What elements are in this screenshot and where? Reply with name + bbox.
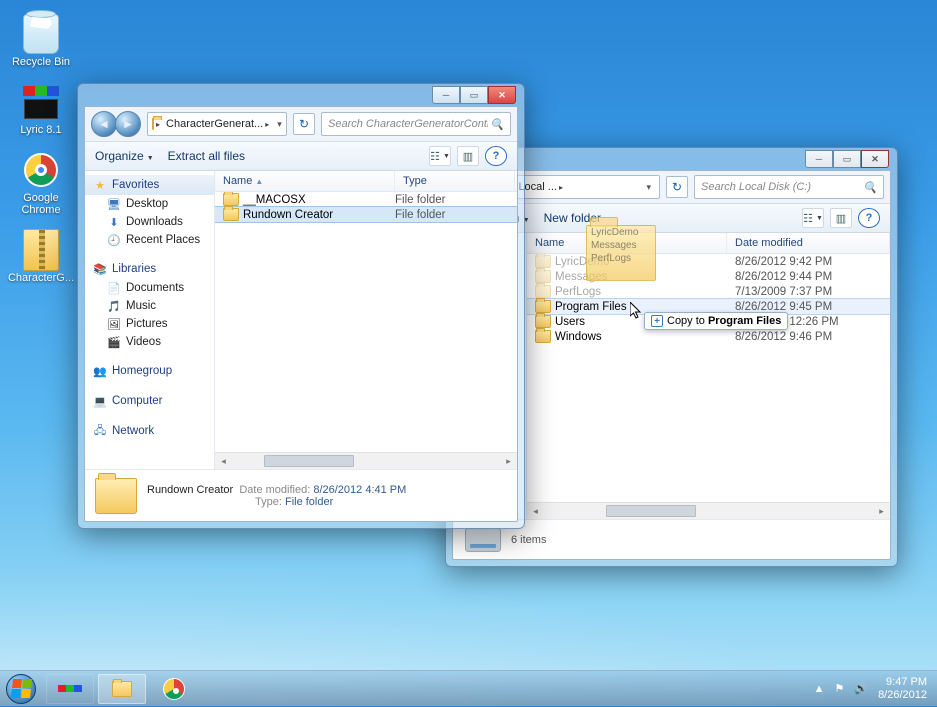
minimize-button[interactable]: ─ [432, 86, 460, 104]
desktop-icons: Recycle Bin Lyric 8.1 Google Chrome Char… [10, 12, 72, 284]
preview-pane-button[interactable]: ▥ [830, 208, 852, 228]
details-pane: Rundown Creator Date modified: 8/26/2012… [85, 469, 517, 521]
nav-pane[interactable]: ★Favorites 🖥Desktop ⬇Downloads 🕘Recent P… [85, 171, 215, 469]
refresh-icon[interactable]: ↻ [666, 176, 688, 198]
view-button[interactable]: ☷ [429, 146, 451, 166]
nav-music[interactable]: 🎵Music [85, 297, 214, 315]
nav-homegroup[interactable]: 👥Homegroup [85, 361, 214, 381]
address-bar[interactable]: ▸ CharacterGenerat...▸ ▾ [147, 112, 287, 136]
drag-target: Program Files [708, 315, 781, 327]
nav-favorites-header[interactable]: ★Favorites [85, 175, 214, 195]
explorer-window-archive[interactable]: ─ ▭ ✕ ◄ ► ▸ CharacterGenerat...▸ ▾ ↻ Sea… [77, 83, 525, 529]
nav-downloads[interactable]: ⬇Downloads [85, 213, 214, 231]
forward-button[interactable]: ► [115, 111, 141, 137]
list-item[interactable]: LyricDemo8/26/2012 9:42 PM [527, 254, 890, 269]
tray-action-center-icon[interactable]: ⚑ [834, 682, 844, 695]
close-button[interactable]: ✕ [861, 150, 889, 168]
column-type[interactable]: Type [395, 171, 515, 191]
file-list[interactable]: LyricDemo8/26/2012 9:42 PMMessages8/26/2… [527, 254, 890, 502]
maximize-button[interactable]: ▭ [833, 150, 861, 168]
drag-ghost: LyricDemo Messages PerfLogs [586, 225, 656, 281]
preview-pane-button[interactable]: ▥ [457, 146, 479, 166]
chrome-label: Google Chrome [10, 192, 72, 216]
nav-buttons: ◄ ► [91, 111, 141, 137]
start-button[interactable] [0, 671, 42, 707]
column-name[interactable]: Name ▲ [215, 171, 395, 191]
plus-icon: + [651, 315, 663, 327]
folder-icon [95, 478, 137, 514]
view-button[interactable]: ☷ [802, 208, 824, 228]
search-input[interactable]: Search Local Disk (C:)🔍 [694, 175, 884, 199]
window1-controls: ─ ▭ ✕ [432, 86, 516, 104]
lyric-shortcut[interactable]: Lyric 8.1 [10, 80, 72, 136]
drag-tooltip: + Copy to Program Files [644, 312, 788, 330]
list-item[interactable]: PerfLogs7/13/2009 7:37 PM [527, 284, 890, 299]
list-item[interactable]: Windows8/26/2012 9:46 PM [527, 329, 890, 344]
system-tray[interactable]: ▲ ⚑ 🔊 9:47 PM 8/26/2012 [814, 676, 937, 702]
nav-documents[interactable]: 📄Documents [85, 279, 214, 297]
tray-time: 9:47 PM [878, 676, 927, 689]
minimize-button[interactable]: ─ [805, 150, 833, 168]
details-title: Rundown Creator [147, 484, 233, 496]
extract-all-button[interactable]: Extract all files [168, 149, 245, 163]
tray-date: 8/26/2012 [878, 689, 927, 702]
search-placeholder: Search CharacterGeneratorControllerR... [328, 118, 488, 130]
organize-button[interactable]: Organize [95, 149, 154, 163]
lyric-label: Lyric 8.1 [20, 124, 61, 136]
recycle-bin-icon[interactable]: Recycle Bin [10, 12, 72, 68]
chrome-shortcut[interactable]: Google Chrome [10, 148, 72, 216]
maximize-button[interactable]: ▭ [460, 86, 488, 104]
search-input[interactable]: Search CharacterGeneratorControllerR...🔍 [321, 112, 511, 136]
nav-desktop[interactable]: 🖥Desktop [85, 195, 214, 213]
tray-clock[interactable]: 9:47 PM 8/26/2012 [878, 676, 927, 702]
help-icon[interactable]: ? [485, 146, 507, 166]
list-item[interactable]: __MACOSXFile folder [215, 192, 517, 207]
window2-controls: ─ ▭ ✕ [805, 150, 889, 168]
taskbar[interactable]: ▲ ⚑ 🔊 9:47 PM 8/26/2012 [0, 670, 937, 706]
taskbar-lyric[interactable] [46, 674, 94, 704]
h-scrollbar[interactable]: ◂▸ [215, 452, 517, 469]
help-icon[interactable]: ? [858, 208, 880, 228]
drive-icon [465, 528, 501, 552]
close-button[interactable]: ✕ [488, 86, 516, 104]
nav-computer[interactable]: 💻Computer [85, 391, 214, 411]
list-item[interactable]: Messages8/26/2012 9:44 PM [527, 269, 890, 284]
list-item[interactable]: Rundown CreatorFile folder [215, 207, 517, 222]
column-date[interactable]: Date modified [727, 233, 890, 253]
back-button[interactable]: ◄ [91, 111, 117, 137]
file-list[interactable]: __MACOSXFile folderRundown CreatorFile f… [215, 192, 517, 452]
nav-network[interactable]: 🖧Network [85, 421, 214, 441]
taskbar-chrome[interactable] [150, 674, 198, 704]
tray-volume-icon[interactable]: 🔊 [854, 682, 868, 695]
nav-libraries-header[interactable]: 📚Libraries [85, 259, 214, 279]
charactergen-zip[interactable]: CharacterG... [10, 228, 72, 284]
nav-videos[interactable]: 🎬Videos [85, 333, 214, 351]
tray-flag-icon[interactable]: ▲ [814, 683, 825, 695]
taskbar-explorer[interactable] [98, 674, 146, 704]
nav-recent[interactable]: 🕘Recent Places [85, 231, 214, 249]
h-scrollbar[interactable]: ◂▸ [527, 502, 890, 519]
nav-pictures[interactable]: 🖼Pictures [85, 315, 214, 333]
details-modified: 8/26/2012 4:41 PM [313, 484, 406, 496]
refresh-icon[interactable]: ↻ [293, 113, 315, 135]
status-text: 6 items [511, 534, 546, 546]
details-type: File folder [285, 496, 333, 508]
recycle-bin-label: Recycle Bin [12, 56, 70, 68]
search-placeholder: Search Local Disk (C:) [701, 181, 811, 193]
crumb-archive[interactable]: CharacterGenerat... [166, 118, 263, 130]
charactergen-label: CharacterG... [8, 272, 74, 284]
